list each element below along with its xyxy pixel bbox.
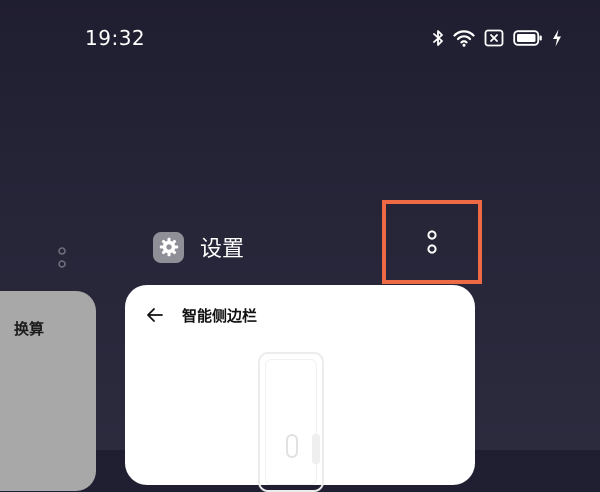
bluetooth-icon	[432, 29, 444, 47]
battery-icon	[513, 29, 543, 47]
more-dots-icon	[427, 230, 437, 254]
more-options-button[interactable]	[382, 200, 482, 284]
sim-none-icon	[484, 29, 504, 47]
more-options-icon[interactable]	[56, 246, 68, 270]
page-title: 智能侧边栏	[182, 307, 258, 325]
phone-illustration	[258, 352, 324, 492]
recent-card-label: 换算	[14, 320, 45, 338]
recent-card-settings[interactable]: 智能侧边栏	[125, 285, 475, 492]
status-icons	[432, 27, 562, 49]
wifi-icon	[453, 29, 475, 47]
recent-card-calculator[interactable]: 换算	[0, 291, 96, 491]
back-arrow-icon[interactable]	[146, 307, 164, 327]
app-header: 设置	[153, 231, 244, 263]
app-title: 设置	[200, 237, 245, 262]
status-bar: 19:32	[0, 0, 600, 76]
sidebar-handle-illustration	[286, 434, 298, 458]
gear-icon	[153, 231, 184, 263]
charging-bolt-icon	[552, 29, 562, 47]
sidebar-bar-illustration	[312, 434, 320, 464]
status-time: 19:32	[85, 26, 146, 50]
